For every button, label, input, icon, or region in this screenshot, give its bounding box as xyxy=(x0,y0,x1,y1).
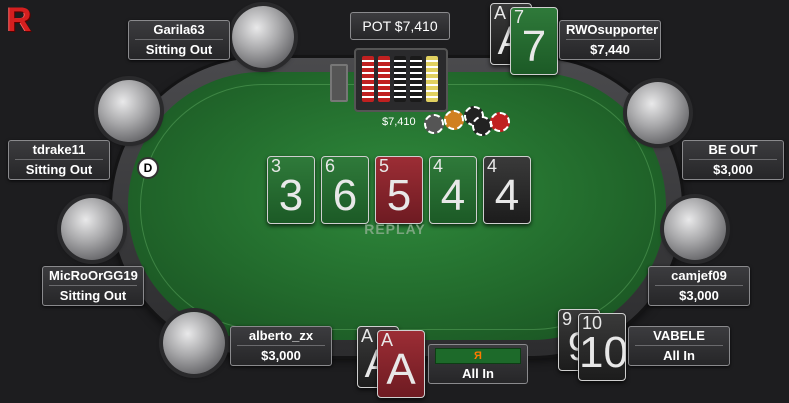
pot-display: POT $7,410 xyxy=(350,12,450,40)
nameplate-alberto[interactable]: alberto_zx $3,000 xyxy=(230,326,332,366)
player-status: Sitting Out xyxy=(25,162,93,177)
nameplate-vabele[interactable]: VABELE All In xyxy=(628,326,730,366)
player-name: Garila63 xyxy=(135,21,223,40)
rwo-hole-card-2: 77 xyxy=(510,7,558,75)
hero-hole-card-2: AA xyxy=(377,330,425,398)
seat-tdrake11-avatar[interactable] xyxy=(98,80,160,142)
board-card-1: 33 xyxy=(267,156,315,224)
seat-beout-avatar[interactable] xyxy=(627,82,689,144)
nameplate-tdrake11[interactable]: tdrake11 Sitting Out xyxy=(8,140,110,180)
seat-camjef09-avatar[interactable] xyxy=(664,198,726,260)
replay-button[interactable]: REPLAY xyxy=(360,221,430,237)
hero-time-bar: Я xyxy=(435,348,521,364)
dealer-button: D xyxy=(137,157,159,179)
player-name: camjef09 xyxy=(655,267,743,286)
seat-microorgg19-avatar[interactable] xyxy=(61,198,123,260)
board-card-2: 66 xyxy=(321,156,369,224)
chip-icon xyxy=(490,112,510,132)
pot-chip-amount: $7,410 xyxy=(382,116,416,128)
player-stack: $3,000 xyxy=(679,288,719,303)
vabele-hole-card-2: 10 10 xyxy=(578,313,626,381)
nameplate-microorgg19[interactable]: MicRoOrGG19 Sitting Out xyxy=(42,266,144,306)
seat-garila63-avatar[interactable] xyxy=(232,6,294,68)
player-status: Sitting Out xyxy=(145,42,213,57)
player-status: Sitting Out xyxy=(59,288,127,303)
dealer-chip-tray xyxy=(354,48,448,112)
player-name: RWOsupporter xyxy=(566,21,658,40)
hero-nameplate[interactable]: Я All In xyxy=(428,344,528,384)
chip-icon xyxy=(444,110,464,130)
player-status: All In xyxy=(663,348,695,363)
rebuy-slot-icon xyxy=(330,64,348,102)
chip-icon xyxy=(424,114,444,134)
board-card-4: 44 xyxy=(429,156,477,224)
board-card-3: 55 xyxy=(375,156,423,224)
chip-icon xyxy=(472,116,492,136)
nameplate-garila63[interactable]: Garila63 Sitting Out xyxy=(128,20,230,60)
nameplate-camjef09[interactable]: camjef09 $3,000 xyxy=(648,266,750,306)
player-name: alberto_zx xyxy=(237,327,325,346)
player-name: BE OUT xyxy=(689,141,777,160)
player-name: VABELE xyxy=(635,327,723,346)
nameplate-beout[interactable]: BE OUT $3,000 xyxy=(682,140,784,180)
room-logo: R xyxy=(7,1,32,39)
player-name: MicRoOrGG19 xyxy=(49,267,138,286)
seat-alberto-avatar[interactable] xyxy=(163,312,225,374)
player-stack: $7,440 xyxy=(590,42,630,57)
nameplate-rwosupporter[interactable]: RWOsupporter $7,440 xyxy=(559,20,661,60)
player-stack: $3,000 xyxy=(713,162,753,177)
hero-status: All In xyxy=(462,366,494,381)
player-name: tdrake11 xyxy=(15,141,103,160)
board-card-5: 44 xyxy=(483,156,531,224)
player-stack: $3,000 xyxy=(261,348,301,363)
